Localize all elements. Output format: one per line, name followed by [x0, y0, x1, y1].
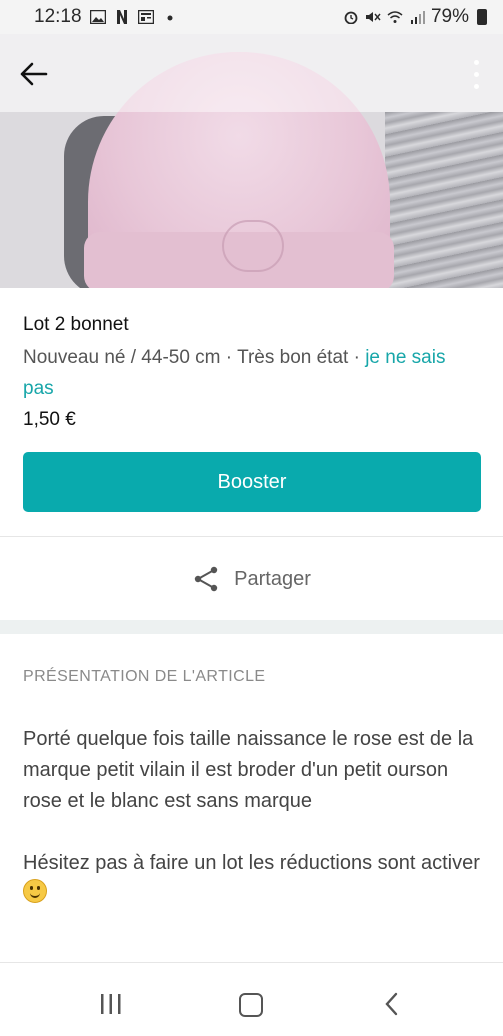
photo-top-scrim [0, 34, 503, 112]
status-left: 12:18 [34, 6, 178, 28]
status-bar: 12:18 79% [0, 0, 503, 34]
listing-size: Nouveau né / 44-50 cm [23, 347, 221, 368]
photo-wood-texture [385, 112, 503, 288]
home-icon[interactable] [239, 993, 263, 1017]
description-paragraph-text: Hésitez pas à faire un lot les réduction… [23, 852, 480, 874]
system-nav-bar [0, 970, 503, 1036]
item-photo[interactable] [0, 34, 503, 288]
netflix-icon [116, 10, 127, 24]
back-nav-icon[interactable] [384, 992, 398, 1016]
battery-level: 79% [430, 6, 469, 27]
more-vert-icon[interactable] [471, 58, 481, 92]
signal-icon [410, 11, 425, 24]
divider [0, 962, 503, 963]
recents-icon[interactable] [100, 994, 122, 1014]
battery-icon [477, 9, 487, 25]
status-time: 12:18 [34, 6, 82, 27]
share-button[interactable]: Partager [0, 550, 503, 608]
status-right: 79% [343, 6, 487, 28]
listing-title: Lot 2 bonnet [23, 314, 129, 335]
share-icon [194, 566, 218, 592]
booster-button[interactable]: Booster [23, 452, 481, 512]
share-label: Partager [234, 567, 311, 590]
description-paragraph-2: Hésitez pas à faire un lot les réduction… [23, 848, 483, 910]
section-separator-band [0, 620, 503, 634]
meta-separator: · [220, 347, 238, 368]
smiley-emoji-icon [23, 879, 47, 903]
arrow-left-icon[interactable] [18, 60, 50, 88]
listing-condition: Très bon état [237, 347, 349, 368]
wifi-icon [387, 11, 403, 23]
meta-separator: · [348, 347, 366, 368]
section-title: PRÉSENTATION DE L'ARTICLE [23, 668, 266, 685]
item-description: Porté quelque fois taille naissance le r… [23, 724, 483, 941]
alarm-icon [344, 11, 358, 24]
description-paragraph: Porté quelque fois taille naissance le r… [23, 728, 474, 812]
divider [0, 536, 503, 537]
mute-icon [365, 12, 381, 22]
notification-dot-icon [167, 15, 173, 21]
listing-meta: Nouveau né / 44-50 cm · Très bon état · … [23, 342, 473, 404]
listing-price: 1,50 € [23, 409, 76, 430]
gallery-icon [89, 10, 106, 24]
photo-bear-embroidery [222, 220, 284, 272]
news-icon [137, 10, 154, 24]
